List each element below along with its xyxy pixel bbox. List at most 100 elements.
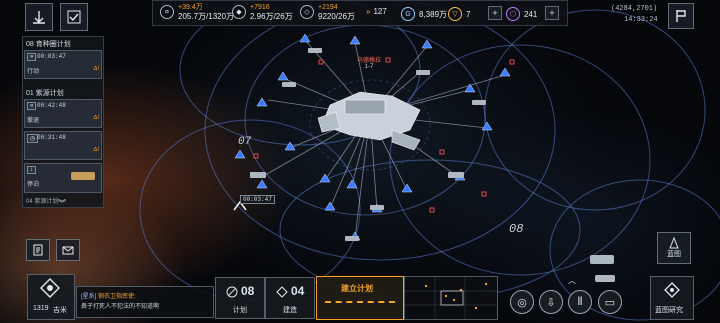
plan-3-hazard: ∆! (93, 147, 99, 153)
plan-1-hazard: ∆! (93, 66, 99, 72)
plan-card-4[interactable]: ↓ 停泊 (24, 163, 102, 193)
token-icon: ▽ (448, 7, 462, 21)
build-plan-progress-slots (325, 301, 395, 307)
download-button[interactable]: ⇩ (539, 290, 563, 314)
add-gem-button[interactable]: + (545, 6, 559, 20)
folder-button[interactable]: ▭ (598, 290, 622, 314)
document-button[interactable] (26, 239, 50, 261)
plan-icon (226, 286, 238, 298)
blueprint-label: 蓝图 (667, 251, 681, 258)
fleet-timer: 00:03:47 (243, 196, 272, 203)
build-count-button[interactable]: 04 建造 (265, 277, 315, 319)
chat-message: 鼻子打死人不犯法的不知道啊 (81, 304, 160, 310)
player-name: 吉米 (53, 307, 67, 314)
plan-card-2[interactable]: « 00:42:48 撤退 ∆! (24, 99, 102, 128)
fleet-route-timer[interactable]: 00:03:47 (240, 195, 275, 204)
checklist-icon (67, 10, 81, 24)
station-sub: 1-7 (364, 64, 374, 70)
add-token-label: + (492, 8, 498, 18)
credit-icon: ¤ (160, 5, 174, 19)
sector-label-07: 07 (238, 136, 252, 148)
gem-icon: ⬡ (506, 7, 520, 21)
minimap[interactable] (404, 276, 498, 320)
add-gem-label: + (549, 8, 555, 18)
task-menu-button[interactable] (60, 3, 88, 31)
plan-card-3[interactable]: ◷ 00:31:48 ∆! (24, 131, 102, 160)
premium-currency-icon: G (401, 7, 415, 21)
plan-count-label: 计划 (233, 307, 247, 314)
docked-ship-icon (71, 172, 95, 180)
clock-readout: 14:33:24 (624, 16, 658, 24)
folder-icon: ▭ (604, 296, 616, 309)
player-level: 1319 (33, 305, 49, 312)
minimap-view (405, 277, 497, 319)
metal-gain: +7916 (250, 4, 270, 11)
credit-amount: 205.7万/1320万 (178, 12, 235, 21)
bookmark-button[interactable] (668, 3, 694, 29)
plan-3-timer: 00:31:48 (37, 134, 66, 141)
star-map[interactable] (0, 0, 720, 323)
download-icon: ⇩ (546, 296, 556, 309)
expand-chevron-icon[interactable]: ︿ (568, 275, 576, 286)
chat-channel: [星系] (81, 294, 97, 300)
plan-card-1[interactable]: » 00:03:47 行动 ∆! (24, 50, 102, 79)
crystal-icon: ◇ (300, 5, 314, 19)
resource-metal[interactable]: ◆ +7916 2.96万/26万 (232, 3, 293, 21)
plan-1-timer: 00:03:47 (37, 53, 66, 60)
plan-count-button[interactable]: 08 计划 (215, 277, 265, 319)
document-icon (33, 244, 43, 256)
build-icon (276, 286, 288, 298)
fuel-display[interactable]: » 127 (366, 7, 387, 16)
credit-gain: +39.4万 (178, 4, 203, 11)
plan-2-hazard: ∆! (93, 115, 99, 121)
add-token-button[interactable]: + (488, 6, 502, 20)
build-count: 04 (291, 284, 305, 298)
mail-button[interactable] (56, 239, 80, 261)
player-avatar-icon (40, 278, 60, 298)
blueprint-button[interactable]: 蓝图 (657, 232, 691, 264)
premium-amount: 8,389万 (419, 9, 448, 19)
blueprint-research-label: 蓝图研究 (655, 307, 683, 314)
mail-icon (62, 246, 74, 255)
anchor-icon (33, 11, 45, 24)
plan-4-status: 停泊 (27, 182, 40, 188)
metal-icon: ◆ (232, 5, 246, 19)
blueprint-research-button[interactable]: 蓝图研究 (650, 276, 694, 320)
radar-icon: ◎ (517, 296, 527, 309)
player-profile[interactable]: 1319 吉米 (27, 274, 75, 320)
token-display[interactable]: ▽ 7 (448, 7, 470, 21)
coordinates-readout[interactable]: (4284,2701) (611, 5, 657, 13)
fleet-icon: ⦀ (577, 295, 583, 308)
build-plan-panel[interactable]: 建立计划 (316, 276, 404, 320)
plan-footer-title[interactable]: 04 紫源计划 (26, 196, 58, 205)
chat-box[interactable]: [星系] 铜衣卫指挥使: 鼻子打死人不犯法的不知道啊 (76, 286, 214, 318)
station-name-label[interactable]: 乌德格拉 1-7 (347, 55, 391, 70)
fleet-button[interactable]: ⦀ (568, 290, 592, 314)
metal-amount: 2.96万/26万 (250, 12, 293, 21)
rewind-icon: « (27, 102, 37, 110)
premium-display[interactable]: G 8,389万 (401, 7, 447, 21)
plan-1-status: 行动 (27, 69, 40, 75)
radar-button[interactable]: ◎ (510, 290, 534, 314)
resource-credit[interactable]: ¤ +39.4万 205.7万/1320万 (160, 3, 234, 21)
dock-icon: ↓ (27, 166, 36, 174)
token-amount: 7 (466, 9, 471, 19)
gem-display[interactable]: ⬡ 241 (506, 7, 537, 21)
forward-icon: » (27, 53, 37, 61)
resource-crystal[interactable]: ◇ +2194 9220/26万 (300, 3, 355, 21)
gem-amount: 241 (524, 9, 538, 19)
fuel-amount: 127 (373, 7, 387, 16)
fleet-menu-button[interactable] (25, 3, 53, 31)
build-plan-title: 建立计划 (341, 284, 373, 293)
sector-label-08: 08 (509, 222, 524, 236)
research-icon (664, 282, 680, 298)
plan-count: 08 (241, 284, 255, 298)
crystal-gain: +2194 (318, 4, 338, 11)
chat-sender: 铜衣卫指挥使: (98, 294, 136, 300)
collapse-chevron-icon[interactable]: ︾ (58, 198, 66, 209)
plan-2-status: 撤退 (27, 118, 40, 124)
blueprint-icon (669, 237, 679, 249)
crystal-amount: 9220/26万 (318, 12, 355, 21)
plan-group-2-title[interactable]: 01 紫源计划 (26, 88, 64, 98)
plan-group-1-title[interactable]: 08 育种圈计划 (26, 39, 71, 49)
